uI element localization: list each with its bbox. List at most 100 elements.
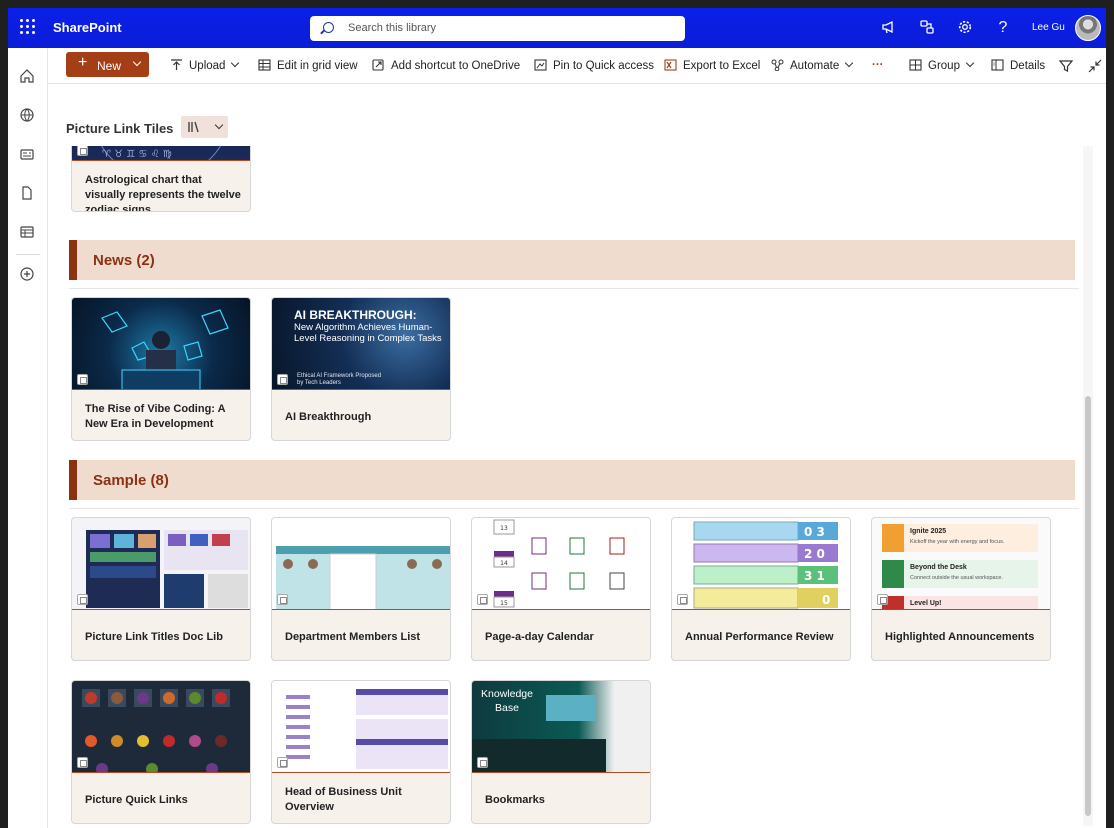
command-bar: + New Upload Edit in grid view Add short… [48, 48, 1106, 84]
view-switcher[interactable] [181, 116, 228, 138]
news-icon[interactable] [19, 146, 35, 162]
edit-grid-label: Edit in grid view [277, 60, 358, 72]
tile-head-of-business-unit-overview[interactable]: Head of Business Unit Overview [271, 680, 451, 824]
tile-picture-quick-links[interactable]: Picture Quick Links [71, 680, 251, 824]
scrollbar-thumb[interactable] [1085, 396, 1091, 816]
excel-icon [664, 59, 677, 71]
app-launcher-icon[interactable] [20, 19, 36, 35]
announcement-title: Level Up! [910, 600, 942, 607]
search-box[interactable]: Search this library [310, 16, 685, 41]
help-icon[interactable]: ? [994, 19, 1012, 37]
tile-picture-link-titles-doc-lib[interactable]: Picture Link Titles Doc Lib [71, 517, 251, 661]
image-block [546, 695, 596, 721]
svg-text:0 3: 0 3 [804, 525, 825, 539]
group-header-sample[interactable]: Sample (8) [69, 460, 1075, 500]
tile-page-a-day-calendar[interactable]: 13 14 15 Page-a-day Calendar [471, 517, 651, 661]
announcement-card: Ignite 2025 Kickoff the year with energy… [882, 524, 1038, 552]
more-button[interactable]: ··· [872, 59, 884, 71]
megaphone-icon[interactable] [880, 19, 898, 37]
tile-title: Highlighted Announcements [885, 631, 1035, 643]
app-connect-icon[interactable] [918, 19, 936, 37]
chevron-down-icon [844, 58, 854, 68]
tile-image [72, 518, 250, 610]
link-badge-icon [77, 146, 88, 156]
tile-image: 0 3 2 0 3 1 0 [672, 518, 850, 610]
tile-title: Astrological chart that visually represe… [85, 174, 241, 212]
add-icon[interactable] [19, 266, 35, 282]
list-icon[interactable] [19, 224, 35, 240]
announcement-card: Level Up! [882, 596, 1038, 609]
details-pane-icon [991, 59, 1004, 71]
image-headline: AI BREAKTHROUGH: [294, 308, 417, 322]
group-label: Group [928, 60, 960, 72]
plus-icon: + [78, 54, 88, 71]
tile-annual-performance-review[interactable]: 0 3 2 0 3 1 0 Annual Performance Review [671, 517, 851, 661]
filter-icon[interactable] [1059, 59, 1073, 73]
group-button[interactable]: Group [909, 58, 975, 72]
tile-title: Department Members List [285, 631, 421, 643]
file-icon[interactable] [19, 185, 35, 201]
svg-text:♈ ♉ ♊ ♋ ♌ ♍: ♈ ♉ ♊ ♋ ♌ ♍ [102, 149, 172, 160]
gear-icon[interactable] [956, 19, 974, 37]
announcement-title: Ignite 2025 [910, 528, 947, 535]
add-shortcut-button[interactable]: Add shortcut to OneDrive [372, 59, 520, 72]
tile-vibe-coding[interactable]: The Rise of Vibe Coding: A New Era in De… [71, 297, 251, 441]
tile-department-members-list[interactable]: Department Members List [271, 517, 451, 661]
collapse-icon[interactable] [1088, 59, 1102, 73]
user-name[interactable]: Lee Gu [1032, 22, 1065, 33]
link-badge-icon [277, 594, 288, 605]
avatar[interactable] [1075, 15, 1101, 41]
search-placeholder: Search this library [348, 22, 437, 34]
new-label: New [97, 59, 122, 73]
pin-quick-access-button[interactable]: Pin to Quick access [534, 59, 654, 72]
pin-icon [534, 59, 547, 71]
tile-astrological-chart[interactable]: ♈ ♉ ♊ ♋ ♌ ♍ Astrological chart that visu… [71, 146, 251, 212]
automate-label: Automate [790, 60, 840, 72]
tile-title: The Rise of Vibe Coding: A New Era in De… [85, 403, 226, 430]
flow-icon [771, 59, 784, 71]
tile-image [72, 681, 250, 773]
tile-ai-breakthrough[interactable]: AI BREAKTHROUGH: New Algorithm Achieves … [271, 297, 451, 441]
image-footnote: Ethical AI Framework Proposed by Tech Le… [297, 373, 382, 386]
tile-title: Page-a-day Calendar [485, 631, 594, 643]
tile-image: AI BREAKTHROUGH: New Algorithm Achieves … [272, 298, 450, 390]
upload-label: Upload [189, 60, 226, 72]
link-badge-icon [277, 374, 288, 385]
group-header-news[interactable]: News (2) [69, 240, 1075, 280]
shortcut-icon [372, 59, 384, 71]
globe-icon[interactable] [19, 107, 35, 123]
link-badge-icon [877, 594, 888, 605]
image-subheadline: New Algorithm Achieves Human-Level Reaso… [294, 322, 442, 344]
link-badge-icon [77, 594, 88, 605]
tile-image [272, 518, 450, 610]
link-badge-icon [277, 757, 288, 768]
tile-highlighted-announcements[interactable]: Ignite 2025 Kickoff the year with energy… [871, 517, 1051, 661]
sharepoint-window: SharePoint Search this library ? Lee Gu … [8, 8, 1106, 828]
announcement-title: Beyond the Desk [910, 564, 967, 571]
group-label: News (2) [93, 252, 155, 269]
tile-image: Ignite 2025 Kickoff the year with energy… [872, 518, 1050, 610]
grid-icon [258, 59, 271, 71]
home-icon[interactable] [19, 68, 35, 84]
tile-image [272, 681, 450, 773]
new-button[interactable]: + New [66, 52, 149, 77]
export-excel-button[interactable]: Export to Excel [664, 59, 760, 72]
vertical-scrollbar[interactable] [1083, 146, 1093, 826]
chevron-down-icon [965, 58, 975, 68]
app-bar [8, 48, 48, 828]
image-block [472, 739, 606, 772]
divider [69, 508, 1079, 509]
announcement-text: Connect outside the usual workspace. [910, 575, 1003, 581]
upload-icon [171, 59, 182, 70]
svg-text:3 1: 3 1 [804, 569, 825, 583]
tile-bookmarks[interactable]: Knowledge Base Bookmarks [471, 680, 651, 824]
edit-grid-button[interactable]: Edit in grid view [258, 59, 358, 72]
automate-button[interactable]: Automate [771, 58, 854, 72]
upload-button[interactable]: Upload [170, 58, 240, 72]
details-button[interactable]: Details [991, 59, 1045, 72]
app-name[interactable]: SharePoint [53, 20, 122, 35]
chevron-down-icon [231, 58, 240, 68]
link-badge-icon [477, 757, 488, 768]
tile-title: Annual Performance Review [685, 631, 834, 643]
svg-text:0: 0 [822, 593, 830, 607]
